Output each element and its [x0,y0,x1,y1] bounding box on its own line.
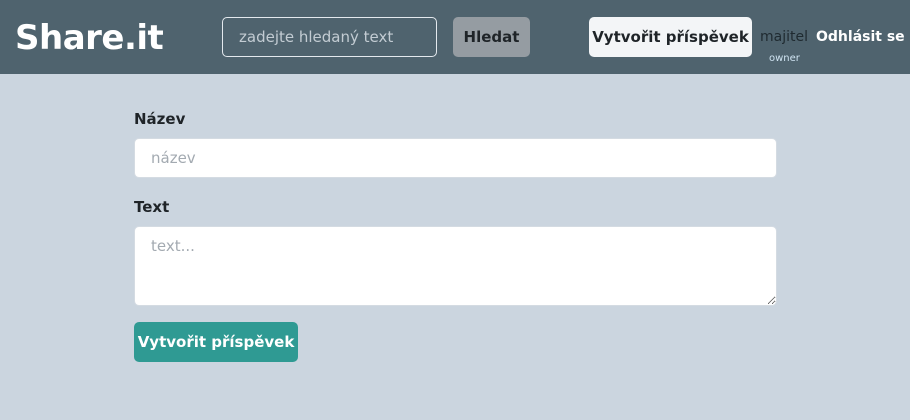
text-textarea[interactable] [134,226,777,306]
logout-link[interactable]: Odhlásit se [816,28,905,46]
text-label: Text [134,198,170,216]
create-post-form: Název Text Vytvořit příspěvek [134,0,777,420]
title-label: Název [134,110,186,128]
submit-post-button[interactable]: Vytvořit příspěvek [134,322,298,362]
title-input[interactable] [134,138,777,178]
